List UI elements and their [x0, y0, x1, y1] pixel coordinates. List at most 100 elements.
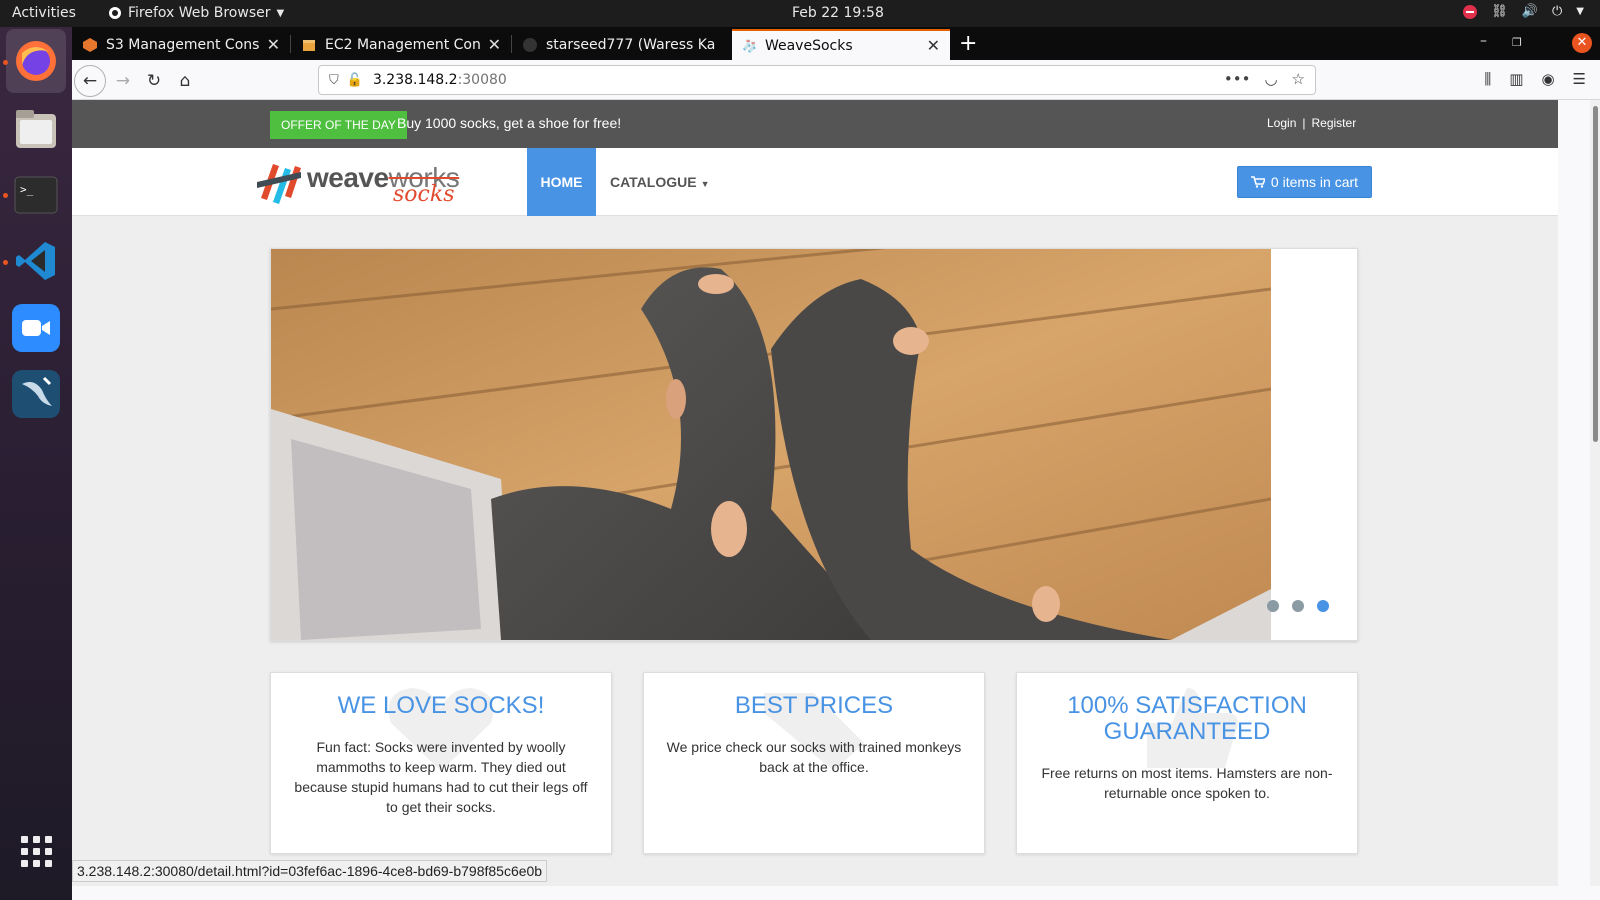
volume-icon[interactable]: 🔊 — [1522, 4, 1538, 19]
show-applications-button[interactable] — [12, 827, 60, 875]
card-title: BEST PRICES — [734, 692, 894, 719]
link-status-bar: 3.238.148.2:30080/detail.html?id=03fef6a… — [72, 860, 548, 882]
account-icon[interactable]: ◉ — [1541, 70, 1554, 88]
register-link[interactable]: Register — [1312, 116, 1357, 130]
tab-title: S3 Management Console — [106, 36, 259, 53]
offer-bar: OFFER OF THE DAY Buy 1000 socks, get a s… — [72, 100, 1558, 148]
tab-weavesocks[interactable]: 🧦 WeaveSocks ✕ — [732, 29, 950, 60]
nav-catalogue[interactable]: CATALOGUE ▼ — [610, 174, 710, 190]
power-icon[interactable]: ⏻ — [1552, 4, 1562, 19]
new-tab-button[interactable]: + — [959, 31, 977, 56]
hero-carousel[interactable] — [270, 248, 1358, 641]
offer-text: Buy 1000 socks, get a shoe for free! — [397, 115, 622, 131]
arrow-right-icon: → — [115, 71, 131, 91]
card-text: We price check our socks with trained mo… — [666, 739, 962, 775]
browser-window: S3 Management Console ✕ EC2 Management C… — [72, 27, 1600, 900]
login-link[interactable]: Login — [1267, 116, 1296, 130]
dock-files[interactable] — [12, 105, 60, 153]
feature-card-best-prices: BEST PRICES We price check our socks wit… — [643, 672, 985, 854]
cart-icon — [1250, 176, 1265, 188]
shield-icon[interactable]: ⛉ — [329, 73, 339, 88]
tab-s3[interactable]: S3 Management Console ✕ — [72, 29, 290, 60]
menu-icon[interactable]: ☰ — [1573, 70, 1586, 88]
site-header: weaveworks socks HOME CATALOGUE ▼ 0 items… — [72, 148, 1558, 216]
carousel-dot[interactable] — [1267, 600, 1279, 612]
firefox-small-icon — [109, 7, 121, 19]
firefox-icon — [16, 41, 56, 81]
reload-button[interactable]: ↻ — [139, 66, 169, 96]
aws-cube-icon — [83, 37, 97, 52]
cart-button[interactable]: 0 items in cart — [1237, 166, 1372, 198]
dock-firefox[interactable] — [6, 29, 66, 93]
url-host: 3.238.148.2 — [372, 72, 458, 88]
close-icon[interactable]: ✕ — [927, 36, 940, 55]
carousel-dot-active[interactable] — [1317, 600, 1329, 612]
clock[interactable]: Feb 22 19:58 — [792, 5, 884, 21]
dock-terminal[interactable]: >_ — [12, 171, 60, 219]
web-page: OFFER OF THE DAY Buy 1000 socks, get a s… — [72, 100, 1558, 886]
github-icon — [523, 37, 537, 52]
reload-icon: ↻ — [146, 71, 162, 91]
carousel-indicators — [1267, 600, 1329, 612]
close-icon[interactable]: ✕ — [488, 35, 501, 54]
network-icon[interactable]: ⛓ — [1491, 4, 1508, 19]
app-menu[interactable]: Firefox Web Browser ▼ — [108, 5, 284, 21]
weaveworks-socks-logo[interactable]: weaveworks socks — [255, 158, 495, 208]
url-text[interactable]: 3.238.148.2:30080 — [373, 72, 507, 88]
nav-home[interactable]: HOME — [527, 148, 596, 216]
vscode-icon — [16, 242, 55, 280]
feature-card-love-socks: WE LOVE SOCKS! Fun fact: Socks were inve… — [270, 672, 612, 854]
mysql-workbench-icon — [22, 376, 52, 406]
home-button[interactable]: ⌂ — [170, 66, 200, 96]
card-text: Free returns on most items. Hamsters are… — [1041, 765, 1333, 801]
card-text: Fun fact: Socks were invented by woolly … — [294, 739, 588, 815]
tab-title: EC2 Management Conso — [325, 36, 480, 53]
logo-weave: weave — [307, 162, 389, 193]
restore-icon[interactable]: ❐ — [1512, 36, 1522, 49]
forward-button[interactable]: → — [108, 66, 138, 96]
minimize-icon[interactable]: – — [1480, 33, 1487, 49]
dock-mysql-workbench[interactable] — [12, 370, 60, 418]
home-icon: ⌂ — [179, 71, 191, 91]
dock-vscode[interactable] — [12, 237, 60, 285]
logo-socks: socks — [393, 182, 455, 207]
pocket-icon[interactable]: ◡ — [1264, 70, 1277, 88]
nav-toolbar: ← → ↻ ⌂ ⛉ 🔓 3.238.148.2:30080 ••• ◡ ☆ ⫼ … — [72, 60, 1600, 100]
library-icon[interactable]: ⫼ — [1484, 70, 1491, 88]
feature-card-satisfaction: 100% SATISFACTION GUARANTEED Free return… — [1016, 672, 1358, 854]
card-title: WE LOVE SOCKS! — [337, 692, 545, 719]
page-scrollbar[interactable] — [1590, 100, 1600, 886]
system-top-bar: Activities Firefox Web Browser ▼ Feb 22 … — [0, 0, 1600, 27]
arrow-left-icon: ← — [82, 71, 98, 91]
files-icon — [16, 110, 56, 148]
close-icon[interactable]: ✕ — [267, 35, 280, 54]
chevron-down-icon[interactable]: ▼ — [1576, 6, 1584, 17]
tab-github[interactable]: starseed777 (Waress Ka — [512, 29, 732, 60]
bookmark-star-icon[interactable]: ☆ — [1292, 70, 1305, 88]
app-name: Firefox Web Browser — [128, 5, 271, 21]
scrollbar-thumb[interactable] — [1593, 106, 1598, 442]
running-indicator — [3, 60, 8, 65]
auth-separator: | — [1302, 116, 1306, 130]
system-tray[interactable]: ⛓ 🔊 ⏻ ▼ — [1463, 4, 1584, 19]
tab-ec2[interactable]: EC2 Management Conso ✕ — [291, 29, 511, 60]
svg-text:>_: >_ — [20, 183, 34, 196]
tab-title: WeaveSocks — [764, 37, 853, 54]
insecure-lock-icon[interactable]: 🔓 — [347, 73, 363, 88]
back-button[interactable]: ← — [74, 65, 106, 97]
do-not-disturb-icon[interactable] — [1463, 4, 1478, 19]
weaveworks-mark-icon — [257, 164, 301, 204]
url-bar[interactable]: ⛉ 🔓 3.238.148.2:30080 ••• ◡ ☆ — [318, 65, 1316, 95]
activities-button[interactable]: Activities — [12, 5, 76, 21]
chevron-down-icon: ▼ — [276, 7, 285, 19]
carousel-dot[interactable] — [1292, 600, 1304, 612]
sidebar-icon[interactable]: ▥ — [1509, 70, 1523, 88]
page-actions-icon[interactable]: ••• — [1224, 70, 1251, 88]
window-close-button[interactable]: ✕ — [1572, 33, 1592, 53]
dock-zoom[interactable] — [12, 304, 60, 352]
tab-strip: S3 Management Console ✕ EC2 Management C… — [72, 27, 1600, 60]
offer-badge[interactable]: OFFER OF THE DAY — [270, 111, 407, 139]
dock: >_ — [0, 27, 72, 900]
card-title: 100% SATISFACTION GUARANTEED — [1067, 692, 1307, 745]
caret-down-icon: ▼ — [700, 179, 710, 189]
